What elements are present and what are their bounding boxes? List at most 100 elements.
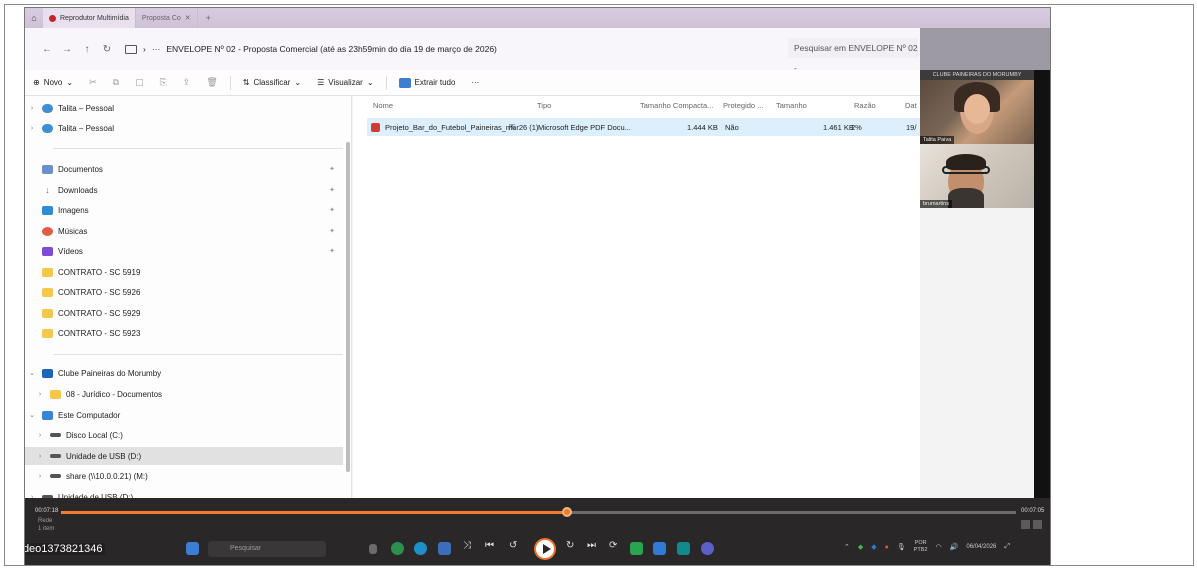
nav-item-clube-paineiras[interactable]: ⌄ Clube Paineiras do Morumby	[25, 364, 343, 382]
nav-item-share-m[interactable]: › share (\\10.0.0.21) (M:)	[25, 467, 343, 485]
nav-scrollbar[interactable]	[346, 142, 350, 472]
app-icon[interactable]	[677, 542, 690, 555]
pin-icon[interactable]: ✦	[329, 227, 335, 235]
share-icon[interactable]: ⇪	[175, 77, 199, 88]
folder-icon	[42, 267, 53, 277]
seek-bar[interactable]	[61, 507, 1016, 517]
previous-icon[interactable]: ⏮	[485, 540, 494, 551]
search-input[interactable]: Pesquisar em ENVELOPE Nº 02 -	[788, 38, 918, 73]
chevron-down-icon[interactable]: ⌄	[25, 369, 39, 377]
forward-icon[interactable]: →	[57, 44, 77, 55]
rewind-icon[interactable]: ↺	[509, 540, 517, 551]
copy-icon[interactable]: ⧉	[105, 77, 127, 88]
excel-icon[interactable]	[630, 542, 643, 555]
chrome-icon[interactable]	[391, 542, 404, 555]
next-icon[interactable]: ⏭	[587, 540, 596, 551]
nav-item-this-pc[interactable]: ⌄ Este Computador	[25, 406, 343, 424]
windows-start-icon[interactable]	[186, 542, 199, 555]
nav-item-usb-d-selected[interactable]: › Unidade de USB (D:)	[25, 447, 343, 465]
tray-app-icon-3[interactable]: ●	[885, 544, 889, 551]
table-row[interactable]: Projeto_Bar_do_Futebol_Paineiras_mar26 (…	[367, 118, 920, 136]
breadcrumb[interactable]: › ··· ENVELOPE Nº 02 - Proposta Comercia…	[125, 44, 497, 54]
col-protected[interactable]: Protegido ...	[723, 101, 763, 110]
elapsed-time: 00:07:18	[35, 508, 59, 514]
edge-icon[interactable]	[414, 542, 427, 555]
breadcrumb-path[interactable]: ENVELOPE Nº 02 - Proposta Comercial (até…	[166, 44, 497, 54]
chevron-right-icon[interactable]: ›	[33, 432, 47, 439]
language-indicator[interactable]: POR PTB2	[914, 540, 928, 554]
tray-app-icon[interactable]: ◆	[858, 543, 863, 551]
pin-icon[interactable]: ✦	[329, 206, 335, 214]
new-tab-icon[interactable]: +	[198, 13, 219, 23]
nav-item-contract-5919[interactable]: CONTRATO - SC 5919	[25, 263, 343, 281]
more-options-button[interactable]: ···	[463, 78, 487, 87]
nav-item-music[interactable]: Músicas ✦	[25, 222, 343, 240]
chevron-right-icon[interactable]: ›	[25, 125, 39, 132]
chevron-right-icon[interactable]: ›	[25, 105, 39, 112]
participant-video-1[interactable]: Talita Paiva	[920, 80, 1034, 144]
close-tab-icon[interactable]: ✕	[185, 14, 191, 22]
nav-item-documents[interactable]: Documentos ✦	[25, 160, 343, 178]
cut-icon[interactable]: ✂	[81, 77, 105, 88]
nav-item-contract-5923[interactable]: CONTRATO - SC 5923	[25, 324, 343, 342]
details-view-icon[interactable]	[1021, 520, 1030, 529]
paste-icon[interactable]: ▢	[127, 77, 152, 88]
pin-icon[interactable]: ✦	[329, 186, 335, 194]
col-date[interactable]: Dat	[905, 101, 917, 110]
chevron-up-icon[interactable]: ⌃	[844, 543, 850, 551]
tab-player[interactable]: Reprodutor Multimídia	[43, 8, 136, 28]
participant-video-2[interactable]: brumartins	[920, 144, 1034, 208]
fullscreen-icon[interactable]: ⤢	[1004, 543, 1010, 551]
seek-bar-handle[interactable]	[562, 507, 573, 517]
nav-item-contract-5929[interactable]: CONTRATO - SC 5929	[25, 304, 343, 322]
outlook-icon[interactable]	[653, 542, 666, 555]
ellipsis-icon[interactable]: ···	[152, 44, 161, 54]
extract-all-button[interactable]: Extrair tudo	[391, 77, 464, 88]
chevron-right-icon[interactable]: ›	[33, 473, 47, 480]
clock-date[interactable]: 06/04/2026	[966, 544, 996, 550]
folder-icon	[50, 389, 61, 399]
refresh-icon[interactable]: ↻	[97, 44, 117, 55]
col-size[interactable]: Tamanho	[776, 101, 807, 110]
chevron-right-icon[interactable]: ›	[33, 391, 47, 398]
nav-item-images[interactable]: Imagens ✦	[25, 201, 343, 219]
microphone-icon[interactable]: 🎙	[897, 543, 906, 551]
chevron-down-icon[interactable]: ⌄	[25, 411, 39, 419]
pin-icon[interactable]: ✦	[329, 247, 335, 255]
volume-icon[interactable]: 🔊	[950, 543, 959, 551]
chevron-right-icon[interactable]: ›	[33, 453, 47, 460]
tray-app-icon-2[interactable]: ◆	[871, 543, 876, 551]
rename-icon[interactable]: ⎘	[152, 77, 175, 88]
repeat-icon[interactable]: ⟳	[609, 540, 617, 551]
back-icon[interactable]: ←	[37, 44, 57, 55]
col-compressed[interactable]: Tamanho Compacta...	[640, 101, 713, 110]
nav-item-juridico[interactable]: › 08 - Jurídico - Documentos	[25, 385, 343, 403]
sort-button[interactable]: ⇅ Classificar ⌄	[235, 78, 309, 87]
new-button[interactable]: ⊕ Novo ⌄	[25, 78, 81, 87]
shuffle-icon[interactable]: ⤨	[463, 540, 471, 551]
col-type[interactable]: Tipo	[537, 101, 551, 110]
teams-icon[interactable]	[438, 542, 451, 555]
nav-item-downloads[interactable]: ↓ Downloads ✦	[25, 181, 343, 199]
forward-icon[interactable]: ↻	[566, 540, 574, 551]
tiles-view-icon[interactable]	[1033, 520, 1042, 529]
nav-item-contract-5926[interactable]: CONTRATO - SC 5926	[25, 283, 343, 301]
play-button[interactable]	[534, 538, 556, 560]
taskbar-search[interactable]: Pesquisar	[208, 541, 326, 557]
delete-icon[interactable]: 🗑	[198, 77, 225, 88]
app-icon-2[interactable]	[701, 542, 714, 555]
col-name[interactable]: Nome	[373, 101, 393, 110]
view-button[interactable]: ☰ Visualizar ⌄	[309, 78, 381, 87]
nav-item-videos[interactable]: Vídeos ✦	[25, 242, 343, 260]
nav-item-talita-1[interactable]: › Talita – Pessoal	[25, 99, 343, 117]
nav-item-talita-2[interactable]: › Talita – Pessoal	[25, 119, 343, 137]
col-ratio[interactable]: Razão	[854, 101, 876, 110]
pin-icon[interactable]: ✦	[329, 165, 335, 173]
home-icon[interactable]: ⌂	[25, 13, 43, 23]
up-icon[interactable]: ↑	[77, 44, 97, 55]
wifi-icon[interactable]: ◠	[936, 543, 942, 551]
view-toggle[interactable]	[1021, 520, 1042, 529]
task-view-icon[interactable]	[369, 544, 377, 554]
tab-proposal[interactable]: Proposta Co ✕	[136, 8, 198, 28]
nav-item-disk-c[interactable]: › Disco Local (C:)	[25, 426, 343, 444]
